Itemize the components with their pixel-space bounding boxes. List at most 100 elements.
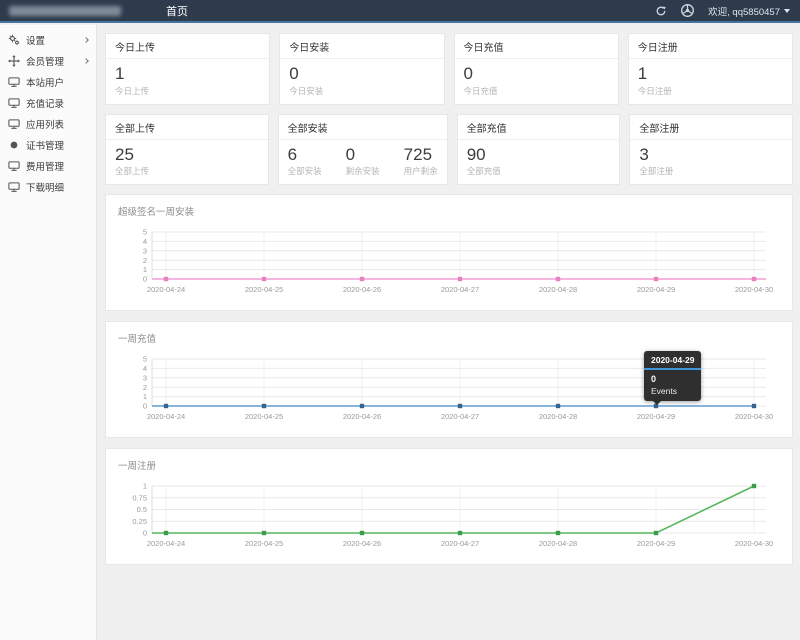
- chart-title: 一周充值: [118, 331, 780, 345]
- stat-card-total-register: 全部注册 3 全部注册: [629, 114, 793, 186]
- chart-tooltip: 2020-04-29 0 Events: [644, 351, 701, 401]
- stat-card-total-upload: 全部上传 25 全部上传: [105, 114, 269, 186]
- stat-label: 今日注册: [638, 85, 672, 97]
- svg-text:2020-04-29: 2020-04-29: [637, 539, 675, 548]
- svg-text:2020-04-30: 2020-04-30: [735, 539, 773, 548]
- svg-text:0: 0: [143, 275, 147, 284]
- svg-text:0: 0: [143, 402, 147, 411]
- svg-text:5: 5: [143, 228, 147, 237]
- stat-card-total-recharge: 全部充值 90 全部充值: [457, 114, 621, 186]
- stat-value: 725: [404, 145, 438, 165]
- card-title: 今日安装: [280, 34, 443, 59]
- circle-icon: [8, 139, 21, 151]
- monitor-icon: [8, 97, 21, 109]
- svg-text:3: 3: [143, 246, 147, 255]
- monitor-icon: [8, 76, 21, 88]
- user-menu[interactable]: 欢迎, qq5850457: [708, 4, 790, 18]
- card-title: 全部充值: [458, 115, 620, 140]
- stat-label: 用户剩余: [404, 165, 438, 177]
- chevron-right-icon: [83, 58, 89, 64]
- stat-value: 1: [115, 64, 149, 84]
- sidebar-item-site-users[interactable]: 本站用户: [0, 71, 96, 92]
- stat-value: 25: [115, 145, 149, 165]
- svg-text:2020-04-28: 2020-04-28: [539, 539, 577, 548]
- stat-label: 今日安装: [289, 85, 323, 97]
- move-icon: [8, 55, 21, 67]
- svg-text:2020-04-24: 2020-04-24: [147, 539, 185, 548]
- refresh-icon[interactable]: [655, 5, 667, 17]
- svg-text:2020-04-28: 2020-04-28: [539, 412, 577, 421]
- svg-text:4: 4: [143, 364, 147, 373]
- tooltip-date: 2020-04-29: [644, 351, 701, 370]
- nav-home-link[interactable]: 首页: [166, 3, 188, 19]
- sidebar-item-certificates[interactable]: 证书管理: [0, 134, 96, 155]
- sidebar-item-label: 本站用户: [26, 75, 64, 89]
- stat-card-today-install: 今日安装 0 今日安装: [279, 33, 444, 105]
- svg-text:2020-04-29: 2020-04-29: [637, 412, 675, 421]
- avatar-helm-icon[interactable]: [680, 3, 695, 18]
- sidebar-item-label: 设置: [26, 33, 45, 47]
- sidebar: 设置 会员管理 本站用户: [0, 25, 97, 640]
- svg-text:2020-04-26: 2020-04-26: [343, 539, 381, 548]
- svg-text:1: 1: [143, 482, 147, 491]
- svg-text:5: 5: [143, 355, 147, 364]
- chart-panel-weekly-recharge: 一周充值 012345 2020-04-24 2020-04-25 2020-04-2…: [105, 321, 793, 438]
- svg-text:1: 1: [143, 392, 147, 401]
- card-title: 今日充值: [455, 34, 618, 59]
- stat-value: 0: [464, 64, 498, 84]
- line-chart-weekly-register[interactable]: 00.250.50.7512020-04-242020-04-252020-04…: [118, 481, 780, 559]
- chart-panel-weekly-register: 一周注册 00.250.50.7512020-04-242020-04-2520…: [105, 448, 793, 565]
- svg-text:2020-04-25: 2020-04-25: [245, 539, 283, 548]
- sidebar-item-fees[interactable]: 费用管理: [0, 155, 96, 176]
- sidebar-item-label: 下载明细: [26, 180, 64, 194]
- sidebar-item-settings[interactable]: 设置: [0, 29, 96, 50]
- svg-text:0.75: 0.75: [132, 493, 147, 502]
- svg-text:2: 2: [143, 383, 147, 392]
- svg-text:2020-04-24: 2020-04-24: [147, 412, 185, 421]
- tooltip-label: Events: [651, 386, 694, 396]
- svg-text:1: 1: [143, 265, 147, 274]
- sidebar-item-members[interactable]: 会员管理: [0, 50, 96, 71]
- svg-text:2: 2: [143, 256, 147, 265]
- stat-value: 0: [346, 145, 380, 165]
- sidebar-item-recharge-records[interactable]: 充值记录: [0, 92, 96, 113]
- stat-card-today-register: 今日注册 1 今日注册: [628, 33, 793, 105]
- sidebar-item-label: 充值记录: [26, 96, 64, 110]
- stat-label: 今日上传: [115, 85, 149, 97]
- card-title: 今日上传: [106, 34, 269, 59]
- sidebar-item-label: 证书管理: [26, 138, 64, 152]
- svg-text:2020-04-25: 2020-04-25: [245, 412, 283, 421]
- svg-text:2020-04-24: 2020-04-24: [147, 285, 185, 294]
- card-title: 全部注册: [630, 115, 792, 140]
- svg-text:2020-04-27: 2020-04-27: [441, 539, 479, 548]
- svg-text:2020-04-26: 2020-04-26: [343, 285, 381, 294]
- svg-text:3: 3: [143, 373, 147, 382]
- stat-label: 今日充值: [464, 85, 498, 97]
- stat-value: 1: [638, 64, 672, 84]
- chart-title: 一周注册: [118, 458, 780, 472]
- svg-text:2020-04-28: 2020-04-28: [539, 285, 577, 294]
- topbar: 首页 欢迎, qq5850457: [0, 0, 800, 23]
- stat-label: 全部注册: [639, 165, 673, 177]
- line-chart-weekly-installs[interactable]: 0123452020-04-242020-04-252020-04-262020…: [118, 227, 780, 305]
- stat-card-total-install: 全部安装 6 全部安装 0 剩余安装 725 用户剩余: [278, 114, 448, 186]
- brand-logo-blurred: [0, 0, 132, 21]
- sidebar-item-download-details[interactable]: 下载明细: [0, 176, 96, 197]
- sidebar-item-label: 费用管理: [26, 159, 64, 173]
- brand-logo-redacted-block: [9, 6, 121, 16]
- chart-title: 超级签名一周安装: [118, 204, 780, 218]
- svg-text:0.5: 0.5: [137, 505, 147, 514]
- svg-text:2020-04-30: 2020-04-30: [735, 412, 773, 421]
- gears-icon: [8, 34, 21, 46]
- stat-value: 90: [467, 145, 501, 165]
- stat-cards-row-2: 全部上传 25 全部上传 全部安装 6 全部安装 0 剩余安装 725 用户剩余: [105, 114, 793, 186]
- chevron-right-icon: [83, 37, 89, 43]
- sidebar-item-label: 应用列表: [26, 117, 64, 131]
- svg-text:2020-04-26: 2020-04-26: [343, 412, 381, 421]
- sidebar-item-label: 会员管理: [26, 54, 64, 68]
- line-chart-weekly-recharge[interactable]: 012345 2020-04-24 2020-04-25 2020-04-26 2020…: [118, 354, 780, 432]
- stat-card-today-recharge: 今日充值 0 今日充值: [454, 33, 619, 105]
- stat-value: 3: [639, 145, 673, 165]
- svg-text:2020-04-30: 2020-04-30: [735, 285, 773, 294]
- sidebar-item-app-list[interactable]: 应用列表: [0, 113, 96, 134]
